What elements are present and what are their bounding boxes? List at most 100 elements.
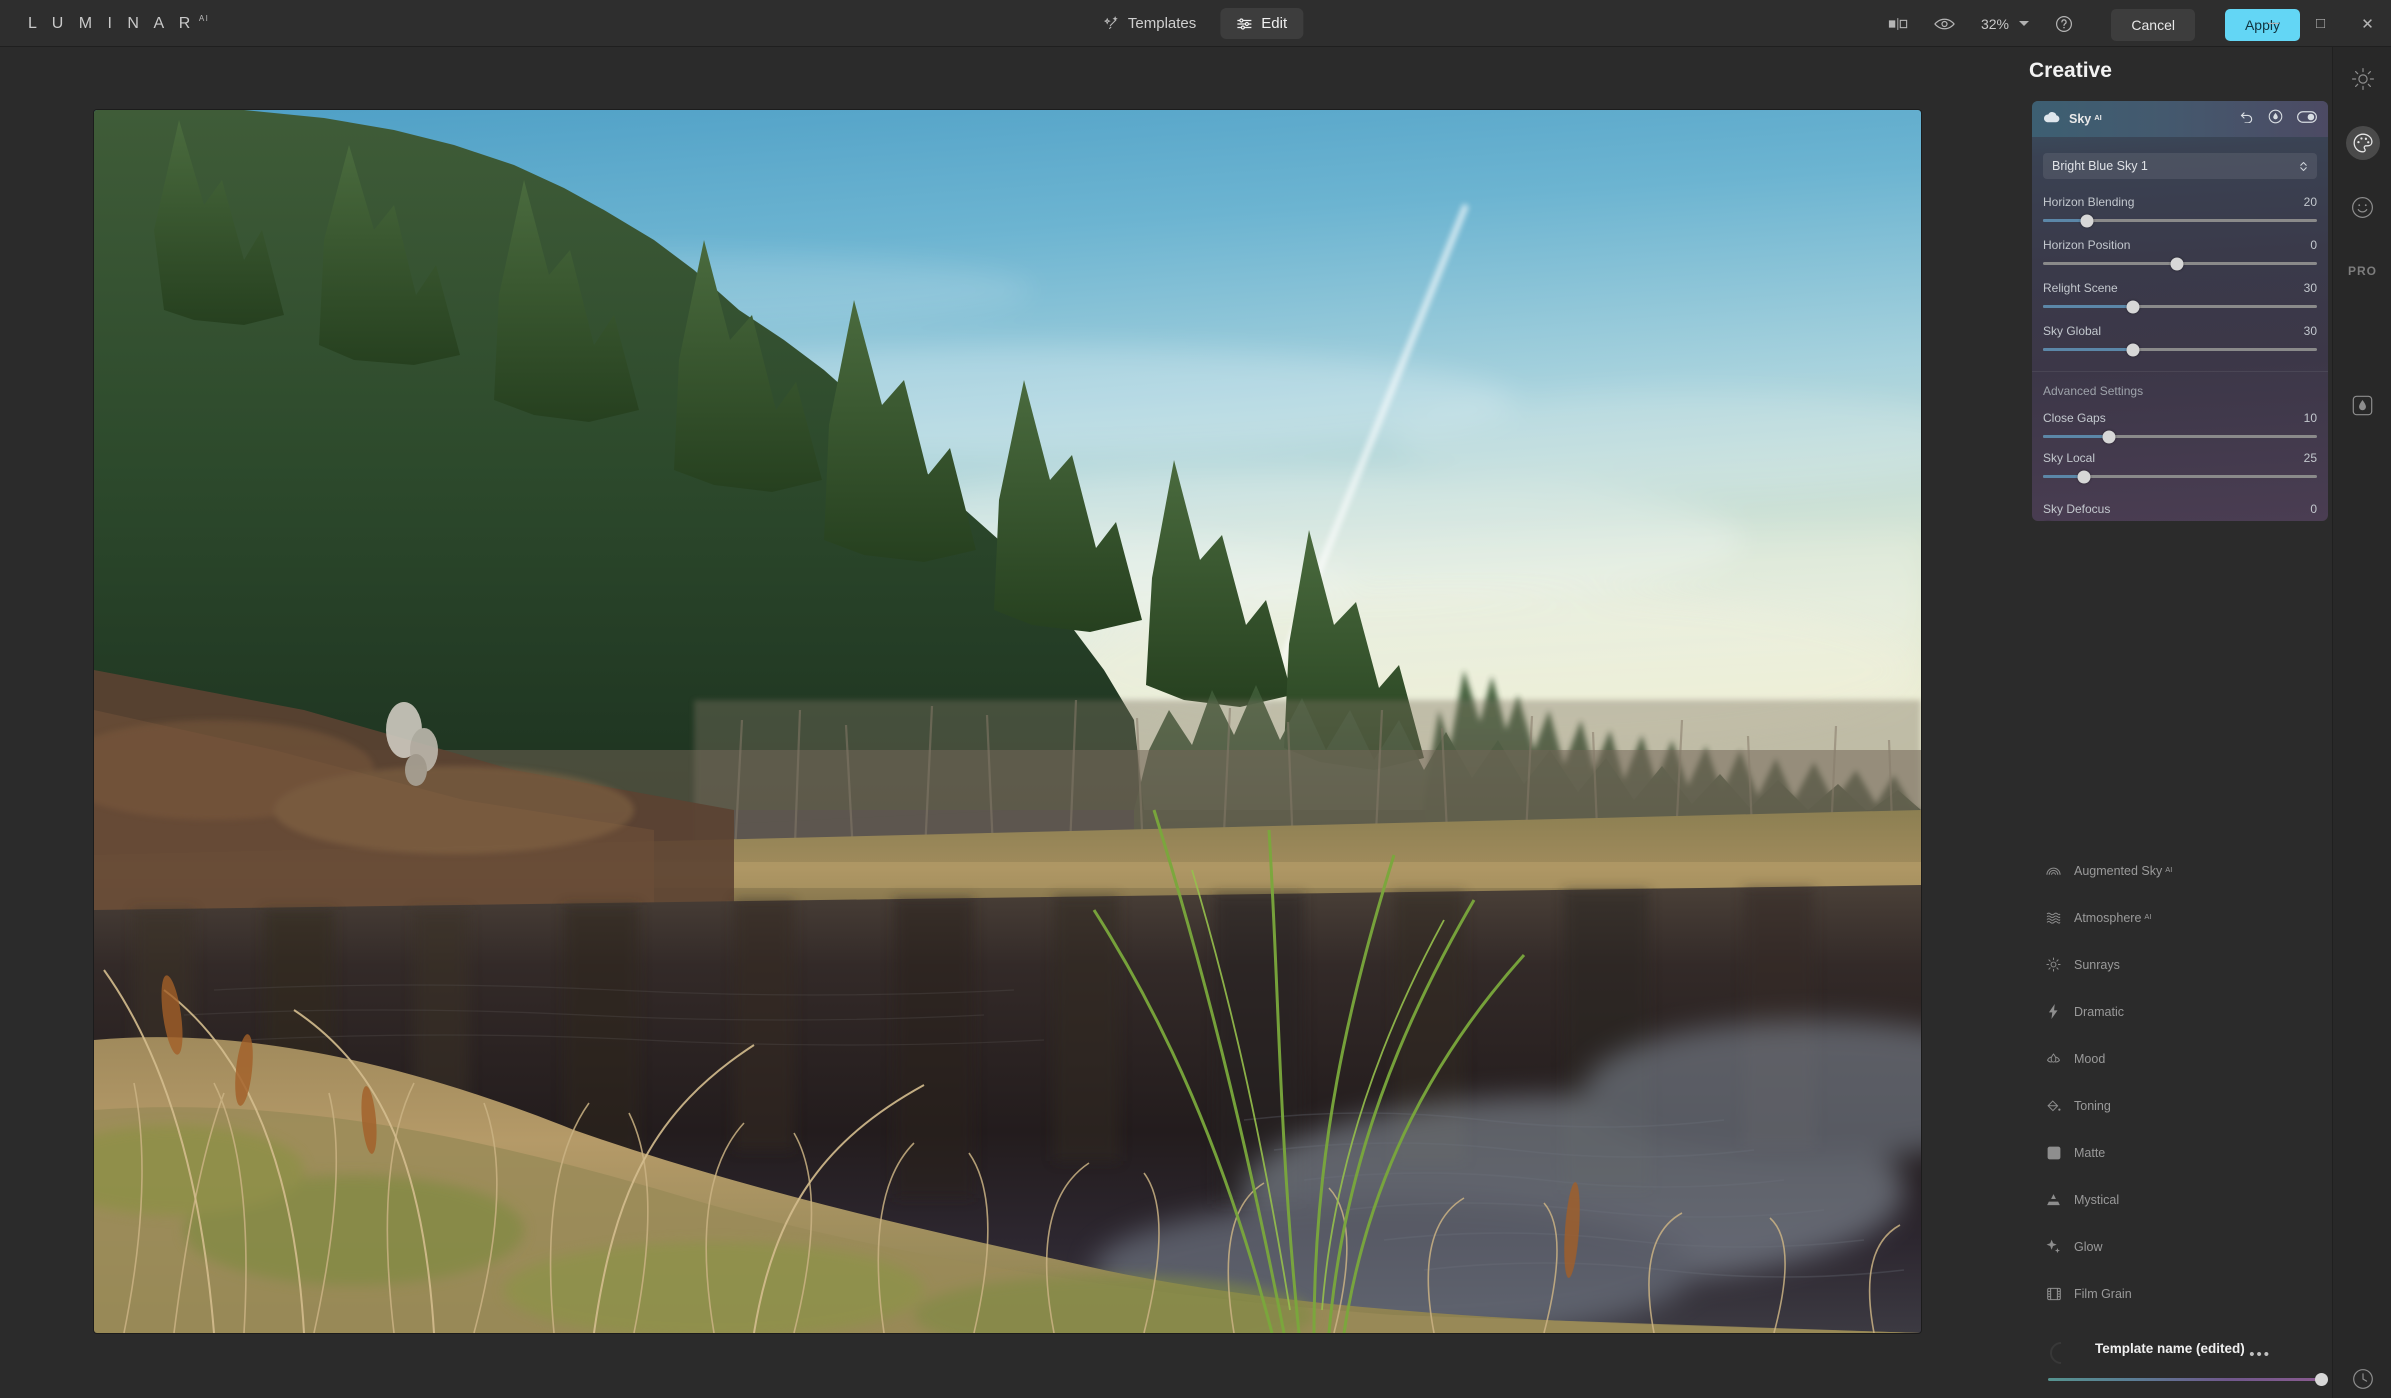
- photo-preview[interactable]: [94, 110, 1921, 1333]
- chevron-updown-icon: [2299, 161, 2308, 172]
- tool-item-mood[interactable]: Mood: [2032, 1035, 2328, 1082]
- rail-item-essentials[interactable]: [2333, 47, 2391, 111]
- chevron-down-icon: [2019, 21, 2029, 26]
- slider-thumb[interactable]: [2126, 343, 2140, 356]
- slider-track[interactable]: [2043, 214, 2317, 227]
- sky-tool-title: Sky AI: [2069, 112, 2102, 126]
- waves-icon: [2046, 911, 2061, 924]
- top-toolbar: L U M I N A R AI Templates Edit 32% Canc…: [0, 0, 2391, 47]
- window-maximize-button[interactable]: □: [2297, 0, 2344, 47]
- cloud-icon: [2043, 110, 2060, 128]
- rainbow-icon: [2046, 865, 2061, 876]
- slider-track[interactable]: [2043, 430, 2317, 443]
- tool-item-glow[interactable]: Glow: [2032, 1223, 2328, 1270]
- lotus-icon: [2046, 1052, 2061, 1065]
- palette-icon: [2345, 126, 2380, 160]
- slider-value: 20: [2303, 195, 2317, 209]
- rail-item-local-masking[interactable]: [2333, 373, 2391, 437]
- tab-edit[interactable]: Edit: [1220, 8, 1304, 39]
- cancel-button[interactable]: Cancel: [2111, 9, 2195, 41]
- template-amount-track[interactable]: [2048, 1378, 2324, 1381]
- template-more-button[interactable]: •••: [2249, 1346, 2271, 1363]
- tool-item-film-grain[interactable]: Film Grain: [2032, 1270, 2328, 1317]
- slider-sky-local[interactable]: Sky Local 25: [2043, 451, 2317, 483]
- tool-item-mystical[interactable]: Mystical: [2032, 1176, 2328, 1223]
- slider-relight-scene[interactable]: Relight Scene 30: [2043, 281, 2317, 313]
- tool-item-toning[interactable]: Toning: [2032, 1082, 2328, 1129]
- slider-label: Horizon Blending: [2043, 195, 2135, 209]
- slider-track[interactable]: [2043, 470, 2317, 483]
- rail-item-creative[interactable]: [2333, 111, 2391, 175]
- tool-item-sunrays[interactable]: Sunrays: [2032, 941, 2328, 988]
- magic-wand-icon: [1103, 16, 1119, 31]
- sky-tool-body: Bright Blue Sky 1 Horizon Blending 20 Ho…: [2032, 137, 2328, 521]
- slider-sky-global[interactable]: Sky Global 30: [2043, 324, 2317, 356]
- rail-item-label: PRO: [2347, 264, 2377, 278]
- rail-item-info[interactable]: [2333, 1368, 2391, 1390]
- window-close-button[interactable]: ✕: [2344, 0, 2391, 47]
- tool-item-label-wrap: Glow: [2074, 1240, 2102, 1254]
- slider-label: Sky Global: [2043, 324, 2102, 338]
- template-amount-thumb[interactable]: [2315, 1373, 2328, 1386]
- slider-label: Sky Defocus: [2043, 502, 2111, 516]
- slider-thumb[interactable]: [2080, 214, 2094, 227]
- mask-brush-icon[interactable]: [2268, 109, 2283, 129]
- sky-ai-badge: AI: [2094, 113, 2102, 122]
- slider-thumb[interactable]: [2170, 257, 2184, 270]
- film-strip-icon: [2046, 1287, 2061, 1301]
- template-name: Template name (edited): [2095, 1341, 2245, 1356]
- slider-horizon-blending[interactable]: Horizon Blending 20: [2043, 195, 2317, 227]
- tool-item-augmented-sky[interactable]: Augmented Sky AI: [2032, 847, 2328, 894]
- slider-value: 30: [2303, 281, 2317, 295]
- before-after-icon[interactable]: [1888, 17, 1908, 31]
- sky-tool-name: Sky: [2069, 112, 2092, 126]
- slider-value: 0: [2310, 238, 2317, 252]
- template-thumbnail: [2045, 1337, 2077, 1369]
- slider-thumb[interactable]: [2077, 470, 2091, 483]
- slider-track[interactable]: [2043, 300, 2317, 313]
- tool-item-label: Mood: [2074, 1051, 2106, 1066]
- tool-ai-badge: AI: [2165, 864, 2173, 874]
- tool-item-atmosphere[interactable]: Atmosphere AI: [2032, 894, 2328, 941]
- brand-superscript: AI: [198, 14, 210, 23]
- toggle-on-icon[interactable]: [2297, 110, 2317, 128]
- sky-tool-header[interactable]: Sky AI: [2032, 101, 2328, 137]
- tool-item-label-wrap: Mood: [2074, 1052, 2105, 1066]
- slider-thumb[interactable]: [2126, 300, 2140, 313]
- tool-item-label-wrap: Matte: [2074, 1146, 2105, 1160]
- tool-item-label: Augmented Sky: [2074, 863, 2163, 878]
- view-controls: 32%: [1888, 0, 2073, 47]
- luminar-app-window: L U M I N A R AI Templates Edit 32% Canc…: [0, 0, 2391, 1398]
- zoom-level-control[interactable]: 32%: [1981, 16, 2029, 32]
- slider-thumb[interactable]: [2102, 430, 2116, 443]
- tool-item-dramatic[interactable]: Dramatic: [2032, 988, 2328, 1035]
- window-minimize-button[interactable]: ─: [2250, 0, 2297, 47]
- slider-sky-defocus[interactable]: Sky Defocus 0: [2043, 502, 2317, 521]
- rail-item-portrait[interactable]: [2333, 175, 2391, 239]
- right-panel: Creative Sky AI Bright Blue Sky 1 Horizo…: [2029, 47, 2332, 1398]
- slider-track[interactable]: [2043, 257, 2317, 270]
- tool-item-label: Sunrays: [2074, 957, 2120, 972]
- tool-item-label-wrap: Augmented Sky AI: [2074, 864, 2172, 878]
- sky-tool-actions: [2240, 109, 2317, 129]
- sky-preset-select[interactable]: Bright Blue Sky 1: [2043, 153, 2317, 179]
- slider-label: Sky Local: [2043, 451, 2096, 465]
- mode-switcher: Templates Edit: [1088, 4, 1304, 43]
- tab-templates[interactable]: Templates: [1088, 8, 1212, 39]
- sky-preset-value: Bright Blue Sky 1: [2052, 159, 2148, 173]
- tool-category-rail: PRO: [2332, 47, 2391, 1398]
- creative-tool-list: Augmented Sky AI Atmosphere AI Sunrays D…: [2032, 847, 2328, 1317]
- rail-item-professional[interactable]: PRO: [2333, 239, 2391, 303]
- question-circle-icon[interactable]: [2055, 15, 2073, 33]
- tool-item-label-wrap: Mystical: [2074, 1193, 2119, 1207]
- slider-track[interactable]: [2043, 343, 2317, 356]
- undo-icon[interactable]: [2240, 110, 2254, 128]
- eye-icon[interactable]: [1934, 17, 1955, 31]
- advanced-settings-title: Advanced Settings: [2043, 384, 2144, 398]
- slider-horizon-position[interactable]: Horizon Position 0: [2043, 238, 2317, 270]
- tool-item-label-wrap: Dramatic: [2074, 1005, 2124, 1019]
- slider-close-gaps[interactable]: Close Gaps 10: [2043, 411, 2317, 443]
- tool-item-label: Glow: [2074, 1239, 2103, 1254]
- tool-item-matte[interactable]: Matte: [2032, 1129, 2328, 1176]
- photo-render: [94, 110, 1921, 1333]
